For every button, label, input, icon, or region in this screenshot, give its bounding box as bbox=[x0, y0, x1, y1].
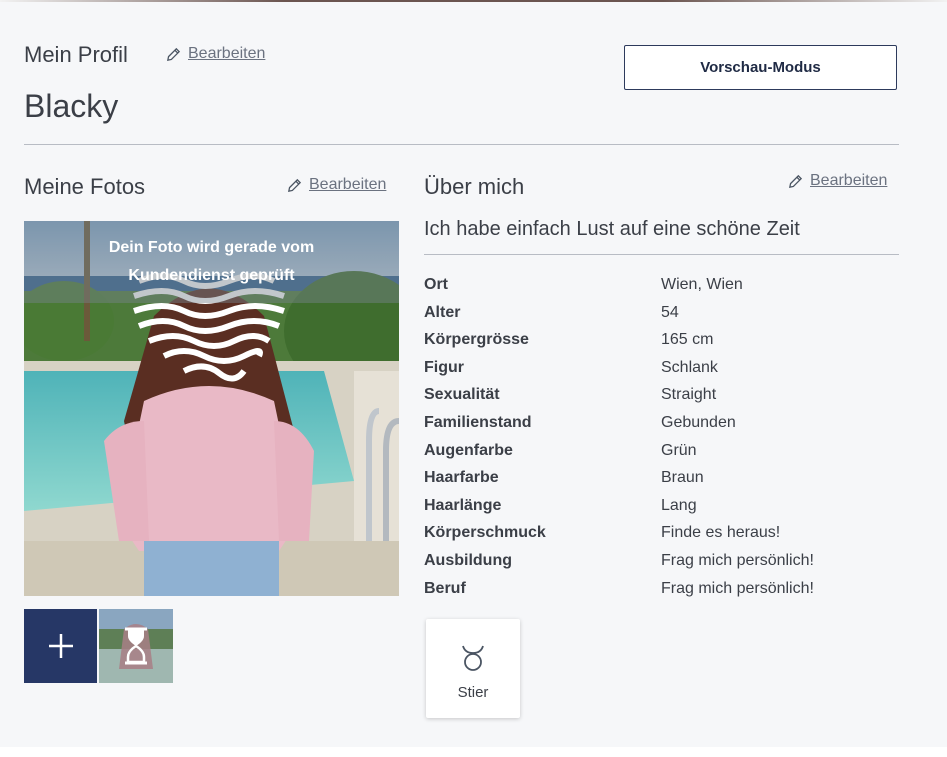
attribute-value: Gebunden bbox=[661, 413, 736, 431]
attribute-value: Finde es heraus! bbox=[661, 524, 781, 542]
attribute-key: Haarlänge bbox=[424, 496, 502, 514]
attribute-key: Körperschmuck bbox=[424, 524, 546, 542]
attribute-value: Schlank bbox=[661, 358, 718, 376]
attribute-key: Ort bbox=[424, 276, 448, 293]
profile-photo[interactable]: Dein Foto wird gerade vom Kundendienst g… bbox=[24, 221, 399, 596]
attribute-value: Braun bbox=[661, 469, 704, 487]
attribute-table: Ort Wien, Wien Alter 54 Körpergrösse 165 cm… bbox=[424, 272, 899, 603]
pencil-icon bbox=[288, 178, 302, 192]
attribute-row: Ausbildung Frag mich persönlich! bbox=[424, 548, 899, 576]
attribute-row: Körperschmuck Finde es heraus! bbox=[424, 520, 899, 548]
attribute-row: Figur Schlank bbox=[424, 355, 899, 383]
section-label-mein-profil: Mein Profil bbox=[24, 42, 128, 67]
attribute-key: Familienstand bbox=[424, 413, 532, 431]
hourglass-icon bbox=[125, 627, 147, 665]
preview-mode-button[interactable]: Vorschau-Modus bbox=[624, 45, 897, 90]
attribute-key: Alter bbox=[424, 303, 461, 321]
photo-thumbnail-pending[interactable] bbox=[99, 609, 173, 683]
attribute-key: Augenfarbe bbox=[424, 441, 513, 459]
attribute-row: Familienstand Gebunden bbox=[424, 410, 899, 438]
plus-icon bbox=[48, 634, 73, 658]
edit-profile-label: Bearbeiten bbox=[188, 45, 266, 62]
attribute-row: Haarlänge Lang bbox=[424, 493, 899, 521]
attribute-row: Sexualität Straight bbox=[424, 382, 899, 410]
photos-title: Meine Fotos bbox=[24, 174, 146, 199]
attribute-key: Ausbildung bbox=[424, 551, 512, 569]
attribute-row: Ort Wien, Wien bbox=[424, 272, 899, 300]
attribute-key: Körpergrösse bbox=[424, 331, 529, 349]
top-accent-line bbox=[0, 0, 947, 2]
attribute-key: Haarfarbe bbox=[424, 469, 499, 487]
attribute-key: Figur bbox=[424, 358, 464, 376]
profile-tagline: Ich habe einfach Lust auf eine schöne Ze… bbox=[424, 218, 800, 240]
edit-profile-link[interactable]: Bearbeiten bbox=[165, 45, 265, 63]
zodiac-label: Stier bbox=[457, 684, 489, 701]
attribute-value: Wien, Wien bbox=[661, 276, 743, 293]
attribute-value: Frag mich persönlich! bbox=[661, 551, 814, 569]
edit-about-label: Bearbeiten bbox=[810, 172, 888, 189]
edit-photos-label: Bearbeiten bbox=[309, 176, 387, 193]
attribute-value: Frag mich persönlich! bbox=[661, 579, 814, 597]
about-divider bbox=[424, 254, 899, 255]
pencil-icon bbox=[789, 174, 803, 188]
taurus-icon bbox=[462, 645, 484, 671]
pencil-icon bbox=[167, 47, 181, 61]
attribute-key: Sexualität bbox=[424, 386, 500, 404]
attribute-value: 54 bbox=[661, 303, 679, 321]
attribute-value: 165 cm bbox=[661, 331, 714, 349]
attribute-value: Lang bbox=[661, 496, 697, 514]
edit-about-link[interactable]: Bearbeiten bbox=[787, 172, 887, 190]
header-divider bbox=[24, 144, 899, 145]
add-photo-button[interactable] bbox=[24, 609, 97, 683]
attribute-row: Körpergrösse 165 cm bbox=[424, 327, 899, 355]
zodiac-card: Stier bbox=[426, 619, 520, 718]
about-title: Über mich bbox=[424, 174, 525, 199]
attribute-row: Alter 54 bbox=[424, 300, 899, 328]
attribute-value: Grün bbox=[661, 441, 697, 459]
edit-photos-link[interactable]: Bearbeiten bbox=[286, 176, 386, 194]
attribute-row: Augenfarbe Grün bbox=[424, 438, 899, 466]
attribute-key: Beruf bbox=[424, 579, 466, 597]
profile-name: Blacky bbox=[24, 88, 119, 124]
attribute-value: Straight bbox=[661, 386, 717, 404]
attribute-row: Haarfarbe Braun bbox=[424, 465, 899, 493]
attribute-row: Beruf Frag mich persönlich! bbox=[424, 576, 899, 604]
photo-review-notice: Dein Foto wird gerade vom Kundendienst g… bbox=[24, 221, 399, 303]
page-bottom-band bbox=[0, 747, 947, 757]
